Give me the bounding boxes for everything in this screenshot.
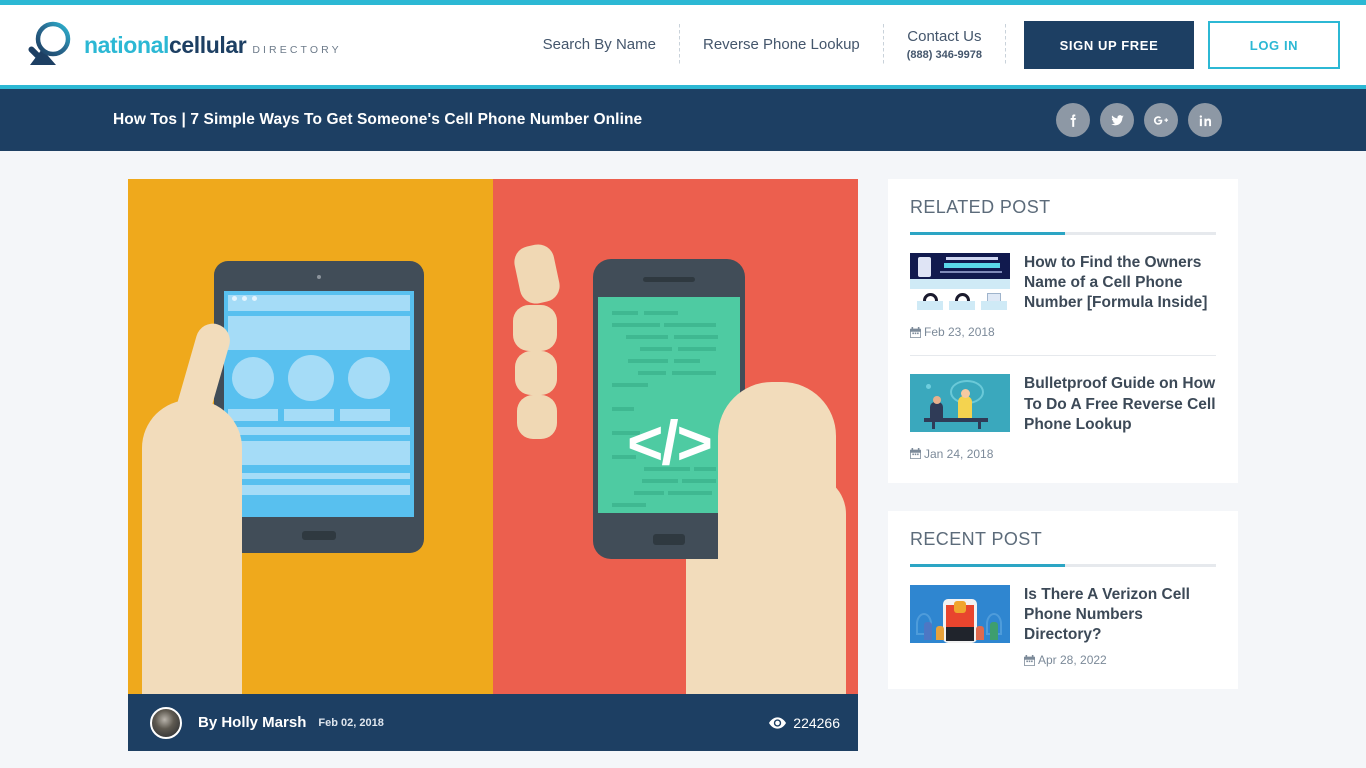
hero-phone-panel: </> [493, 179, 858, 694]
eye-icon [769, 716, 787, 729]
avatar [150, 706, 182, 739]
list-item[interactable]: How to Find the Owners Name of a Cell Ph… [910, 253, 1216, 313]
recent-post-heading: RECENT POST [910, 528, 1043, 549]
magnifier-icon [22, 19, 78, 71]
phone-home-button [653, 534, 685, 545]
site-logo[interactable]: nationalcellular DIRECTORY [22, 19, 342, 71]
tablet-illustration [214, 261, 424, 553]
calendar-icon [910, 448, 921, 460]
related-post-date: Jan 24, 2018 [910, 447, 1216, 461]
article-date: Feb 02, 2018 [318, 716, 384, 729]
recent-post-date-value: Apr 28, 2022 [1038, 653, 1107, 668]
related-post-card: RELATED POST How to Find the Owners Name [888, 179, 1238, 483]
calendar-icon [910, 326, 921, 338]
related-post-title[interactable]: How to Find the Owners Name of a Cell Ph… [1024, 253, 1216, 313]
breadcrumb-bar: How Tos | 7 Simple Ways To Get Someone's… [0, 89, 1366, 151]
section-underline [910, 232, 1216, 235]
main-column: </> By Holly Marsh Feb 02, 2018 224266 [128, 179, 858, 751]
primary-nav: Search By Name Reverse Phone Lookup Cont… [520, 21, 1366, 69]
tablet-home-button [302, 531, 336, 540]
sidebar: RELATED POST How to Find the Owners Name [888, 179, 1238, 751]
linkedin-icon[interactable] [1188, 103, 1222, 137]
twitter-icon[interactable] [1100, 103, 1134, 137]
related-post-heading: RELATED POST [910, 197, 1051, 217]
nav-contact-phone: (888) 346-9978 [906, 48, 982, 61]
phone-speaker [643, 277, 695, 282]
finger-illustration [515, 351, 557, 395]
related-post-title[interactable]: Bulletproof Guide on How To Do A Free Re… [1024, 374, 1216, 434]
recent-post-card: RECENT POST Is There A Verizon Cell Phon… [888, 510, 1238, 690]
related-post-date: Feb 23, 2018 [910, 325, 1216, 339]
nav-contact-label: Contact Us [907, 27, 982, 45]
article-view-count: 224266 [769, 715, 840, 731]
nav-item-contact-us[interactable]: Contact Us (888) 346-9978 [884, 28, 1005, 63]
divider [910, 355, 1216, 357]
finger-illustration [517, 395, 557, 439]
recent-post-title[interactable]: Is There A Verizon Cell Phone Numbers Di… [1024, 585, 1216, 645]
hero-tablet-panel [128, 179, 493, 694]
list-item[interactable]: Is There A Verizon Cell Phone Numbers Di… [910, 584, 1216, 667]
hand-illustration-left [142, 400, 242, 694]
section-underline [910, 563, 1216, 567]
infographic-thumbnail [910, 253, 1010, 311]
verizon-illustration-thumbnail [910, 584, 1010, 643]
google-plus-icon[interactable] [1144, 103, 1178, 137]
page-body: </> By Holly Marsh Feb 02, 2018 224266 R [0, 151, 1366, 751]
view-count-value: 224266 [793, 714, 840, 731]
finger-illustration [511, 241, 563, 307]
related-post-date-value: Jan 24, 2018 [924, 446, 994, 461]
logo-word-national: national [84, 31, 169, 58]
calendar-icon [1024, 654, 1035, 666]
tablet-camera [317, 275, 321, 279]
sign-up-free-button[interactable]: SIGN UP FREE [1024, 21, 1194, 69]
social-share-group [1056, 103, 1222, 137]
article-meta-bar: By Holly Marsh Feb 02, 2018 224266 [128, 694, 858, 751]
list-item[interactable]: Bulletproof Guide on How To Do A Free Re… [910, 374, 1216, 434]
desk-illustration-thumbnail [910, 374, 1010, 433]
article-author: By Holly Marsh [198, 714, 307, 731]
breadcrumb: How Tos | 7 Simple Ways To Get Someone's… [113, 111, 643, 128]
site-header: nationalcellular DIRECTORY Search By Nam… [0, 5, 1366, 85]
tablet-screen [224, 291, 414, 517]
logo-word-cellular: cellular [168, 31, 247, 58]
facebook-icon[interactable] [1056, 103, 1090, 137]
related-post-date-value: Feb 23, 2018 [924, 325, 995, 340]
article-hero-image: </> [128, 179, 858, 694]
finger-illustration [513, 305, 557, 351]
nav-separator [1005, 24, 1006, 66]
hand-illustration-right [718, 382, 836, 694]
nav-item-reverse-phone-lookup[interactable]: Reverse Phone Lookup [680, 36, 883, 55]
logo-tagline: DIRECTORY [252, 43, 342, 56]
recent-post-date: Apr 28, 2022 [1024, 653, 1216, 667]
log-in-button[interactable]: LOG IN [1208, 21, 1340, 69]
nav-item-search-by-name[interactable]: Search By Name [520, 36, 679, 55]
